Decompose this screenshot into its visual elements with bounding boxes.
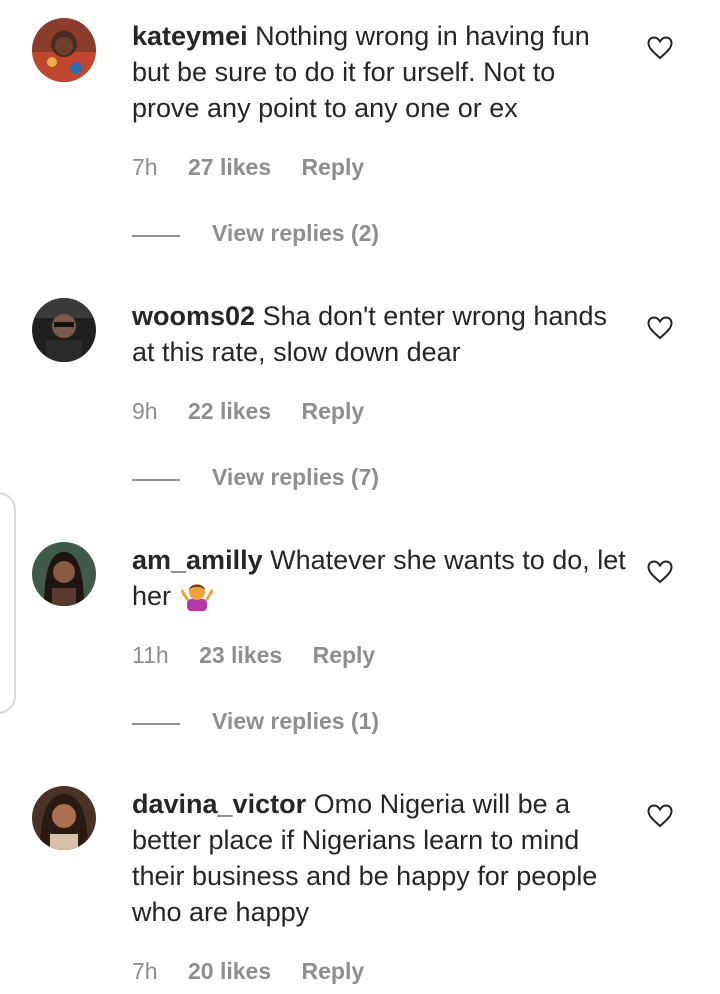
timestamp: 7h (132, 154, 158, 180)
avatar[interactable] (32, 298, 96, 362)
divider-line (132, 235, 180, 237)
likes-count[interactable]: 23 likes (199, 642, 282, 668)
comment-text: davina_victor Omo Nigeria will be a bett… (132, 786, 627, 930)
avatar[interactable] (32, 542, 96, 606)
likes-count[interactable]: 22 likes (188, 398, 271, 424)
avatar[interactable] (32, 786, 96, 850)
heart-outline-icon[interactable] (647, 36, 673, 60)
person-shrugging-emoji (180, 584, 213, 611)
comment-text: wooms02 Sha don't enter wrong hands at t… (132, 298, 627, 370)
comment-meta: 7h 20 likes Reply (132, 958, 388, 985)
avatar[interactable] (32, 18, 96, 82)
likes-count[interactable]: 27 likes (188, 154, 271, 180)
divider-line (132, 479, 180, 481)
reply-button[interactable]: Reply (302, 154, 365, 180)
view-replies-button[interactable]: View replies (2) (212, 220, 379, 247)
reply-button[interactable]: Reply (302, 958, 365, 984)
heart-outline-icon[interactable] (647, 804, 673, 828)
username[interactable]: davina_victor (132, 789, 306, 819)
comment-text: am_amilly Whatever she wants to do, let … (132, 542, 627, 614)
view-replies-button[interactable]: View replies (7) (212, 464, 379, 491)
username[interactable]: wooms02 (132, 301, 255, 331)
reply-button[interactable]: Reply (302, 398, 365, 424)
timestamp: 11h (132, 642, 169, 668)
comment-meta: 7h 27 likes Reply (132, 154, 388, 181)
reply-button[interactable]: Reply (313, 642, 376, 668)
timestamp: 7h (132, 958, 158, 984)
timestamp: 9h (132, 398, 158, 424)
divider-line (132, 723, 180, 725)
likes-count[interactable]: 20 likes (188, 958, 271, 984)
username[interactable]: kateymei (132, 21, 248, 51)
username[interactable]: am_amilly (132, 545, 263, 575)
heart-outline-icon[interactable] (647, 316, 673, 340)
comment-text: kateymei Nothing wrong in having fun but… (132, 18, 627, 126)
side-panel-edge (0, 492, 16, 714)
heart-outline-icon[interactable] (647, 560, 673, 584)
comment-meta: 9h 22 likes Reply (132, 398, 388, 425)
comment-meta: 11h 23 likes Reply (132, 642, 399, 669)
view-replies-button[interactable]: View replies (1) (212, 708, 379, 735)
